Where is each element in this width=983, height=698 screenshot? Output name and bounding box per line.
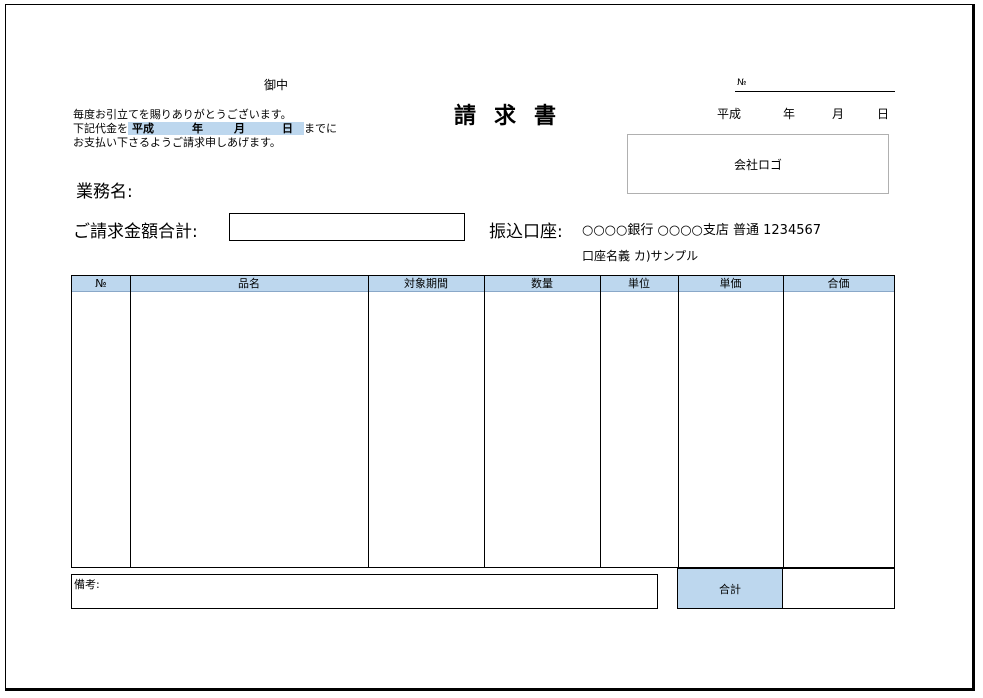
column-header-unit-price: 単価: [678, 276, 783, 292]
company-logo-text: 会社ロゴ: [733, 157, 782, 172]
addressee-suffix: 御中: [264, 78, 289, 92]
remarks-field[interactable]: 備考:: [71, 574, 658, 609]
column-divider: [484, 276, 485, 567]
column-header-unit: 単位: [600, 276, 678, 292]
column-header-amount: 合価: [783, 276, 894, 292]
due-date-day[interactable]: 日: [282, 122, 304, 135]
total-label-cell: 合計: [677, 568, 783, 609]
invoice-title: 請求書: [454, 104, 575, 129]
greeting-line-3: お支払い下さるようご請求申しあげます。: [73, 136, 281, 149]
column-header-period: 対象期間: [368, 276, 484, 292]
column-divider: [678, 276, 679, 567]
company-logo-box: 会社ロゴ: [627, 134, 889, 194]
total-value-field[interactable]: [782, 568, 895, 609]
invoice-number-field[interactable]: [735, 91, 895, 92]
amount-total-field[interactable]: [229, 213, 465, 241]
issue-date-month: 月: [832, 107, 845, 121]
issue-date-year: 年: [783, 107, 796, 121]
column-header-item: 品名: [130, 276, 368, 292]
business-name-label: 業務名:: [76, 182, 133, 202]
column-header-quantity: 数量: [484, 276, 600, 292]
invoice-number-label: №: [737, 78, 747, 88]
bank-account-info: ○○○○銀行 ○○○○支店 普通 1234567: [582, 223, 822, 238]
column-divider: [368, 276, 369, 567]
issue-date-era: 平成: [717, 107, 742, 121]
column-divider: [783, 276, 784, 567]
account-holder: 口座名義 カ)サンプル: [582, 249, 699, 263]
items-table: № 品名 対象期間 数量 単位 単価 合価: [71, 275, 895, 568]
column-divider: [130, 276, 131, 567]
bank-account-label: 振込口座:: [489, 222, 563, 242]
total-label: 合計: [719, 582, 741, 596]
column-header-no: №: [72, 276, 130, 292]
amount-total-label: ご請求金額合計:: [73, 222, 198, 242]
issue-date-day: 日: [877, 107, 890, 121]
greeting-line-2-suffix: までに: [304, 122, 337, 135]
column-divider: [600, 276, 601, 567]
remarks-label: 備考:: [74, 578, 100, 591]
